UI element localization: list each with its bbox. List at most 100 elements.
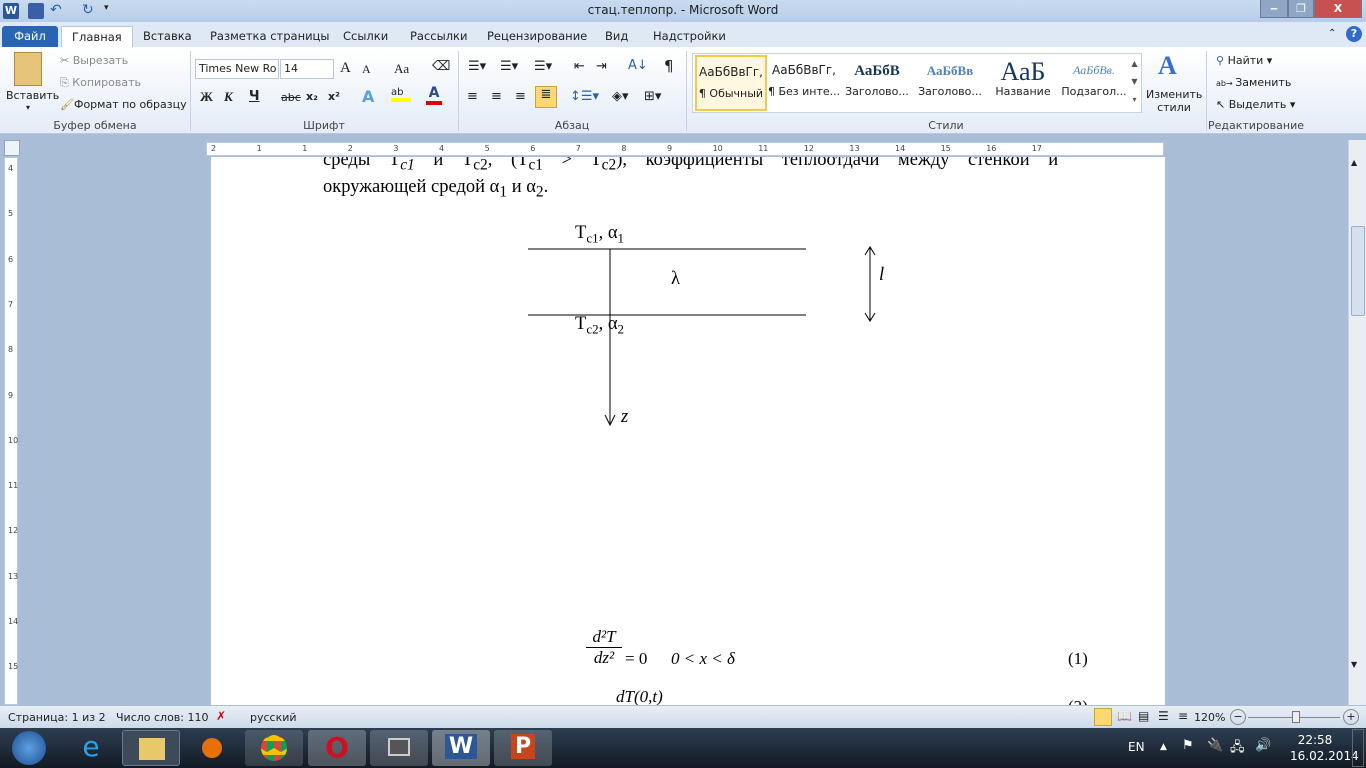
paste-dropdown-icon[interactable]: ▾ <box>26 103 30 112</box>
font-color-button[interactable]: A <box>426 85 442 105</box>
app-icon[interactable] <box>370 730 428 766</box>
multilevel-list-icon[interactable]: ☰▾ <box>534 59 552 74</box>
volume-icon[interactable]: 🔊 <box>1255 738 1271 753</box>
web-layout-icon[interactable]: ▤ <box>1138 709 1149 723</box>
minimize-ribbon-icon[interactable]: ⌃ <box>1328 28 1336 39</box>
word-taskbar-icon[interactable]: W <box>432 730 490 766</box>
vertical-scrollbar[interactable]: ▲ ▼ <box>1348 140 1366 705</box>
zoom-out-button[interactable]: − <box>1230 709 1246 725</box>
format-painter-button[interactable]: 🖌Формат по образцу <box>60 98 187 111</box>
grow-font-button[interactable]: A <box>340 60 351 77</box>
replace-button[interactable]: ab→ Заменить <box>1216 76 1291 89</box>
page[interactable]: среды Tc1 и Tc2, (Tc1 > Tc2), коэффициен… <box>211 157 1165 705</box>
justify-icon[interactable]: ≣ <box>535 86 557 108</box>
full-screen-reading-icon[interactable]: 📖 <box>1117 709 1132 723</box>
start-button[interactable] <box>12 731 46 765</box>
word-count[interactable]: Число слов: 110 <box>116 711 209 724</box>
style-heading-1[interactable]: АаБбВ Заголово... <box>841 55 913 111</box>
italic-button[interactable]: К <box>224 89 233 105</box>
action-center-flag-icon[interactable]: ⚑ <box>1182 738 1194 753</box>
style-normal[interactable]: АаБбВвГг, ¶ Обычный <box>695 55 767 111</box>
tab-insert[interactable]: Вставка <box>133 26 202 47</box>
tab-mailings[interactable]: Рассылки <box>400 26 477 47</box>
explorer-icon[interactable] <box>122 730 180 766</box>
superscript-button[interactable]: x² <box>328 90 340 103</box>
zoom-level[interactable]: 120% <box>1194 711 1225 724</box>
highlight-button[interactable]: ab <box>391 87 411 107</box>
proofing-error-icon[interactable]: ✗ <box>216 709 226 723</box>
numbering-icon[interactable]: ☰▾ <box>500 59 518 74</box>
paste-icon[interactable] <box>14 52 42 86</box>
zoom-in-button[interactable]: + <box>1343 709 1359 725</box>
change-styles-button[interactable]: Изменить стили <box>1146 88 1202 114</box>
style-no-spacing[interactable]: АаБбВвГг, ¶ Без инте... <box>768 55 840 111</box>
show-desktop-button[interactable] <box>1352 729 1364 767</box>
tab-page-layout[interactable]: Разметка страницы <box>200 26 339 47</box>
bold-button[interactable]: Ж <box>200 89 213 105</box>
copy-button[interactable]: ⎘ Копировать <box>60 76 141 90</box>
tab-selector-button[interactable] <box>4 140 20 156</box>
scroll-up-icon[interactable]: ▲ <box>1351 158 1357 167</box>
minimize-button[interactable]: ‒ <box>1260 0 1288 18</box>
cut-button[interactable]: ✂ Вырезать <box>60 54 128 67</box>
shading-icon[interactable]: ◈▾ <box>612 89 629 104</box>
draft-icon[interactable]: ≡ <box>1178 709 1188 723</box>
network-icon[interactable]: 🖧 <box>1230 738 1245 760</box>
tab-view[interactable]: Вид <box>595 26 638 47</box>
strikethrough-button[interactable]: abc <box>281 91 301 104</box>
styles-scroll[interactable]: ▲ ▼ ▾ <box>1128 55 1141 111</box>
font-name-combo[interactable]: Times New Ro <box>195 59 279 79</box>
clear-formatting-icon[interactable]: ⌫ <box>432 59 450 74</box>
underline-button[interactable]: Ч <box>249 89 260 104</box>
increase-indent-icon[interactable]: ⇥ <box>596 59 607 74</box>
decrease-indent-icon[interactable]: ⇤ <box>574 59 585 74</box>
help-icon[interactable]: ? <box>1346 26 1362 42</box>
tab-home[interactable]: Главная <box>61 26 133 47</box>
text-effects-icon[interactable]: A <box>362 87 374 106</box>
chrome-icon[interactable] <box>245 730 303 766</box>
outline-icon[interactable]: ☰ <box>1158 709 1169 723</box>
restore-button[interactable]: ❐ <box>1288 0 1314 18</box>
font-size-combo[interactable]: 14 <box>280 59 334 79</box>
select-button[interactable]: ↖ Выделить ▾ <box>1216 98 1295 111</box>
style-subtitle[interactable]: АаБбВв. Подзагол... <box>1058 55 1130 111</box>
tab-references[interactable]: Ссылки <box>333 26 398 47</box>
language[interactable]: русский <box>250 711 297 724</box>
align-center-icon[interactable]: ≡ <box>491 89 502 104</box>
align-left-icon[interactable]: ≡ <box>467 89 478 104</box>
style-title[interactable]: АаБ Название <box>987 55 1059 111</box>
subscript-button[interactable]: x₂ <box>306 90 318 103</box>
tab-file[interactable]: Файл <box>2 26 58 47</box>
sort-icon[interactable]: A↓ <box>628 58 648 73</box>
zoom-slider-thumb[interactable] <box>1292 711 1301 723</box>
change-styles-icon[interactable]: A <box>1158 51 1177 81</box>
internet-explorer-icon[interactable]: e <box>62 730 120 766</box>
powerpoint-icon[interactable]: P <box>494 730 552 766</box>
find-button[interactable]: ⚲ Найти ▾ <box>1216 54 1272 67</box>
borders-icon[interactable]: ⊞▾ <box>644 89 661 104</box>
opera-icon[interactable]: O <box>308 730 366 766</box>
clock[interactable]: 22:58 16.02.2014 <box>1290 732 1359 764</box>
power-icon[interactable]: 🔌 <box>1207 738 1223 753</box>
bullets-icon[interactable]: ☰▾ <box>468 59 486 74</box>
replace-icon: ab→ <box>1216 79 1236 88</box>
tab-addins[interactable]: Надстройки <box>643 26 736 47</box>
horizontal-ruler[interactable]: 2 1 1 2 3 4 5 6 7 8 9 10 11 12 13 14 15 16 17 <box>206 142 1164 156</box>
line-spacing-icon[interactable]: ↕☰▾ <box>570 89 599 104</box>
shrink-font-button[interactable]: A <box>362 62 371 77</box>
vertical-ruler[interactable]: 45678910111213141516 <box>4 157 18 717</box>
tab-review[interactable]: Рецензирование <box>477 26 597 47</box>
media-player-icon[interactable] <box>182 730 240 766</box>
show-hidden-icons[interactable]: ▲ <box>1160 742 1167 752</box>
input-language[interactable]: EN <box>1128 740 1145 754</box>
page-count[interactable]: Страница: 1 из 2 <box>8 711 106 724</box>
scroll-down-icon[interactable]: ▼ <box>1351 660 1357 669</box>
paste-button[interactable]: Вставить <box>6 89 59 102</box>
show-formatting-button[interactable]: ¶ <box>664 57 674 75</box>
scrollbar-thumb[interactable] <box>1351 226 1365 316</box>
align-right-icon[interactable]: ≡ <box>515 89 526 104</box>
print-layout-icon[interactable] <box>1094 708 1112 726</box>
style-heading-2[interactable]: АаБбВв Заголово... <box>914 55 986 111</box>
change-case-button[interactable]: Aa <box>394 61 409 77</box>
close-button[interactable]: X <box>1314 0 1362 18</box>
